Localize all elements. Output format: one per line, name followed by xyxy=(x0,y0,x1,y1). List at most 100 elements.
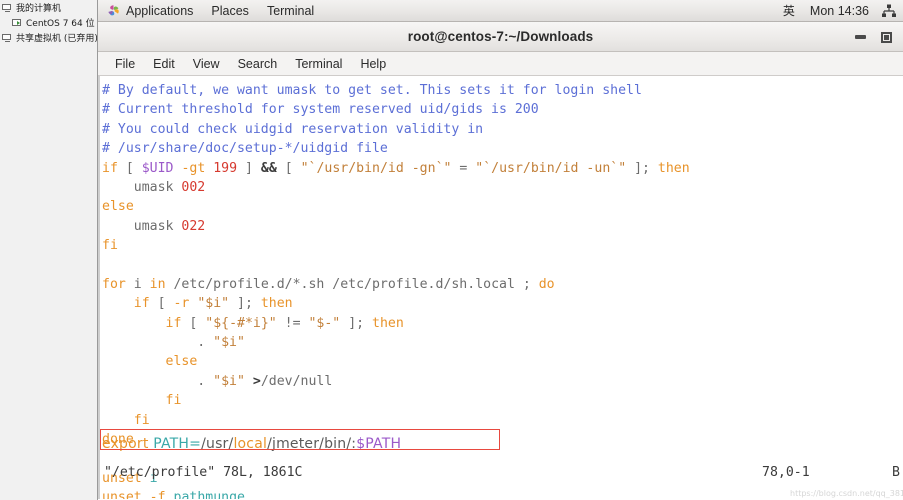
code-token: $PATH xyxy=(356,436,402,452)
code-token: ]; xyxy=(229,296,261,312)
code-line: if [ "${-#*i}" != "$-" ]; then xyxy=(102,314,903,333)
code-token: if xyxy=(102,160,118,176)
code-line: if [ -r "$i" ]; then xyxy=(102,294,903,313)
applications-menu-label: Applications xyxy=(126,3,194,18)
code-line: else xyxy=(102,352,903,371)
vim-status-line: "/etc/profile" 78L, 1861C 78,0-1 B xyxy=(102,465,903,485)
vm-list-item-label: 我的计算机 xyxy=(16,4,62,14)
status-scroll-indicator: B xyxy=(892,465,900,480)
code-token: /jmeter/bin/: xyxy=(267,436,357,452)
code-token: = xyxy=(451,160,476,176)
panel-menu-applications[interactable]: Applications xyxy=(98,0,202,22)
code-token: != xyxy=(276,315,309,331)
code-token: -f xyxy=(149,490,166,499)
minimize-button[interactable] xyxy=(847,24,873,50)
panel-menu-terminal[interactable]: Terminal xyxy=(258,0,323,22)
code-token: . xyxy=(102,335,214,351)
code-line: fi xyxy=(102,236,903,255)
menu-item-view[interactable]: View xyxy=(184,53,229,75)
code-token: 199 xyxy=(213,160,238,176)
status-cursor-position: 78,0-1 xyxy=(762,465,810,480)
code-line: . "$i" xyxy=(102,333,903,352)
code-token: [ xyxy=(276,160,301,176)
code-line: . "$i" >/dev/null xyxy=(102,372,903,391)
vm-list-item-shared-vms[interactable]: 共享虚拟机 (已弃用) xyxy=(0,30,97,45)
code-token: # You could check uidgid reservation val… xyxy=(102,121,484,137)
vm-list-item-label: 共享虚拟机 (已弃用) xyxy=(16,34,98,44)
code-token: /dev/null xyxy=(260,373,333,389)
code-token: i xyxy=(125,276,150,292)
code-line: umask 022 xyxy=(102,217,903,236)
code-token: unset xyxy=(102,490,142,499)
minimize-icon xyxy=(854,35,866,39)
panel-clock[interactable]: Mon 14:36 xyxy=(802,4,877,18)
code-token: /usr/ xyxy=(201,436,234,452)
maximize-button[interactable] xyxy=(873,24,899,50)
menu-item-help[interactable]: Help xyxy=(351,53,395,75)
code-token: umask xyxy=(102,218,182,234)
code-token: if xyxy=(133,296,150,312)
menu-item-terminal[interactable]: Terminal xyxy=(286,53,351,75)
network-icon[interactable] xyxy=(877,4,903,18)
vmware-library-sidebar[interactable]: 我的计算机 CentOS 7 64 位 共享虚拟机 (已弃用) xyxy=(0,0,98,500)
monitor-icon xyxy=(2,3,13,13)
code-token: if xyxy=(165,315,182,331)
code-token: export xyxy=(102,436,149,452)
code-token: $UID xyxy=(141,160,174,176)
code-token: ]; xyxy=(626,160,658,176)
code-line: umask 002 xyxy=(102,178,903,197)
guest-os-screen: Applications Places Terminal 英 Mon 14:36… xyxy=(98,0,903,500)
code-token: ] xyxy=(237,160,261,176)
code-token: pathmunge xyxy=(173,490,245,499)
terminal-text-area[interactable]: # By default, we want umask to get set. … xyxy=(98,76,903,499)
places-menu-label: Places xyxy=(211,3,249,18)
terminal-window: root@centos-7:~/Downloads File Edit View… xyxy=(98,22,903,500)
code-line: # Current threshold for system reserved … xyxy=(102,100,903,119)
code-token: "$i" xyxy=(213,373,245,389)
code-token: "$i" xyxy=(213,335,245,351)
menu-item-edit[interactable]: Edit xyxy=(144,53,184,75)
terminal-menu-bar: File Edit View Search Terminal Help xyxy=(98,52,903,76)
code-token: then xyxy=(260,296,293,312)
code-token: else xyxy=(102,199,134,215)
vm-list-item-my-computer[interactable]: 我的计算机 xyxy=(0,0,97,15)
code-token: "${-#*i}" xyxy=(205,315,277,331)
code-line: else xyxy=(102,197,903,216)
menu-item-search[interactable]: Search xyxy=(229,53,287,75)
input-method-indicator[interactable]: 英 xyxy=(776,2,802,19)
code-token: fi xyxy=(102,238,118,254)
code-token: ]; xyxy=(340,315,373,331)
code-line: for i in /etc/profile.d/*.sh /etc/profil… xyxy=(102,275,903,294)
vm-list-item-centos7[interactable]: CentOS 7 64 位 xyxy=(0,15,97,30)
code-token: . xyxy=(102,373,214,389)
code-line: fi xyxy=(102,391,903,410)
window-title-bar[interactable]: root@centos-7:~/Downloads xyxy=(98,22,903,52)
window-controls xyxy=(847,22,899,52)
code-line: fi xyxy=(102,411,903,430)
code-token: local xyxy=(233,436,268,452)
code-token: /etc/profile.d/*.sh /etc/profile.d/sh.lo… xyxy=(165,276,539,292)
code-line: # /usr/share/doc/setup-*/uidgid file xyxy=(102,139,903,158)
code-token: "$i" xyxy=(197,296,230,312)
vim-line-export-path[interactable]: export PATH=/usr/local/jmeter/bin/:$PATH xyxy=(102,435,401,454)
maximize-icon xyxy=(880,31,892,43)
code-token: [ xyxy=(181,315,206,331)
gnome-top-panel: Applications Places Terminal 英 Mon 14:36 xyxy=(98,0,903,22)
terminal-menu-label: Terminal xyxy=(266,3,315,18)
status-file-info: "/etc/profile" 78L, 1861C xyxy=(104,465,303,480)
code-token: "`/usr/bin/id -gn`" xyxy=(300,160,452,176)
code-token: else xyxy=(165,354,198,370)
code-token: then xyxy=(657,160,690,176)
menu-item-file[interactable]: File xyxy=(106,53,144,75)
code-token: then xyxy=(372,315,404,331)
panel-menu-places[interactable]: Places xyxy=(202,0,258,22)
code-token: [ xyxy=(149,296,174,312)
